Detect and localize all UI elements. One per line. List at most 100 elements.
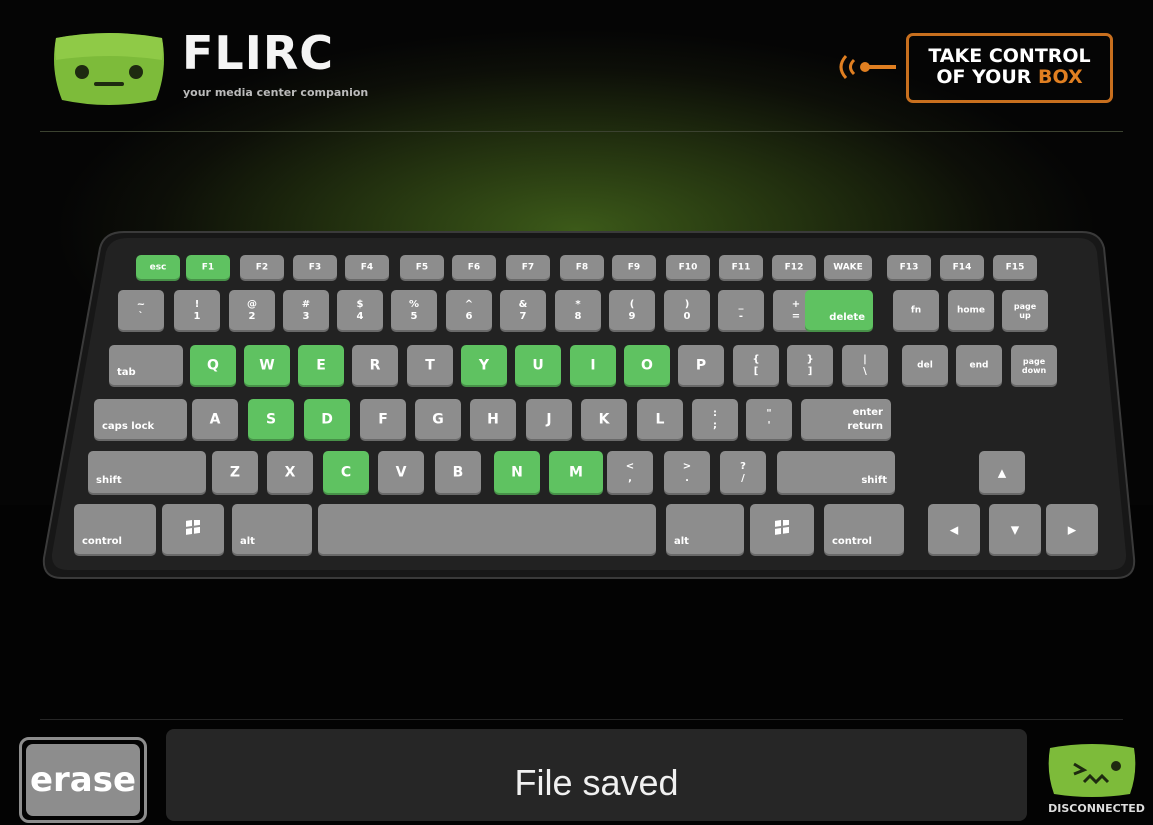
key-row2-13-delete[interactable]: delete — [805, 290, 873, 332]
key-row3-1-q[interactable]: Q — [190, 345, 236, 387]
key-row5-5-b[interactable]: B — [435, 451, 481, 495]
key-row4-8-k[interactable]: K — [581, 399, 627, 441]
key-label-bottom: 0 — [683, 311, 691, 322]
key-row3-0-tab[interactable]: tab — [109, 345, 183, 387]
key-row3-5-t[interactable]: T — [407, 345, 453, 387]
key-row1-9-f9[interactable]: F9 — [612, 255, 656, 281]
key-row3-2-w[interactable]: W — [244, 345, 290, 387]
key-row3-9-o[interactable]: O — [624, 345, 670, 387]
key-row1-4-f4[interactable]: F4 — [345, 255, 389, 281]
key-row2-0-symbol[interactable]: ~ ` — [118, 290, 164, 332]
key-row4-12-enterreturn[interactable]: enter return — [801, 399, 891, 441]
key-row6-2-alt[interactable]: alt — [232, 504, 312, 556]
key-label: V — [395, 464, 407, 481]
key-row4-5-g[interactable]: G — [415, 399, 461, 441]
key-row5-1-z[interactable]: Z — [212, 451, 258, 495]
key-row6-4-alt[interactable]: alt — [666, 504, 744, 556]
key-row1-15-f14[interactable]: F14 — [940, 255, 984, 281]
key-row6-6-control[interactable]: control — [824, 504, 904, 556]
key-row1-7-f7[interactable]: F7 — [506, 255, 550, 281]
key-row1-14-f13[interactable]: F13 — [887, 255, 931, 281]
key-row5-7-m[interactable]: M — [549, 451, 603, 495]
key-row3-4-r[interactable]: R — [352, 345, 398, 387]
key-row4-2-s[interactable]: S — [248, 399, 294, 441]
key-row6-0-control[interactable]: control — [74, 504, 156, 556]
key-label: K — [598, 411, 610, 428]
key-row2-3-3[interactable]: #3 — [283, 290, 329, 332]
key-row3-6-y[interactable]: Y — [461, 345, 507, 387]
key-row2-2-2[interactable]: @2 — [229, 290, 275, 332]
key-row1-5-f5[interactable]: F5 — [400, 255, 444, 281]
key-row6-3-space[interactable] — [318, 504, 656, 556]
key-row3-7-u[interactable]: U — [515, 345, 561, 387]
key-label: G — [432, 411, 444, 428]
key-row4-7-j[interactable]: J — [526, 399, 572, 441]
key-label: ▶ — [1067, 523, 1077, 537]
key-row5-11-shift[interactable]: shift — [777, 451, 895, 495]
key-row6-5-windows[interactable] — [750, 504, 814, 556]
key-row2-9-9[interactable]: (9 — [609, 290, 655, 332]
key-row4-11-symbol[interactable]: " ' — [746, 399, 792, 441]
key-row5-9-symbol[interactable]: >. — [664, 451, 710, 495]
key-label-top: & — [518, 299, 528, 310]
key-row3-15-end[interactable]: end — [956, 345, 1002, 387]
key-row2-4-4[interactable]: $4 — [337, 290, 383, 332]
key-label-bottom: 3 — [302, 311, 310, 322]
key-row3-16-pagedown[interactable]: page down — [1011, 345, 1057, 387]
key-row2-7-7[interactable]: & 7 — [500, 290, 546, 332]
key-row3-12-symbol[interactable]: }] — [787, 345, 833, 387]
key-row5-8-symbol[interactable]: <, — [607, 451, 653, 495]
key-label: P — [695, 357, 707, 374]
key-row3-10-p[interactable]: P — [678, 345, 724, 387]
key-row1-16-f15[interactable]: F15 — [993, 255, 1037, 281]
key-row1-1-f1[interactable]: F1 — [186, 255, 230, 281]
key-row4-4-f[interactable]: F — [360, 399, 406, 441]
key-row3-11-symbol[interactable]: {[ — [733, 345, 779, 387]
key-row2-1-1[interactable]: ! 1 — [174, 290, 220, 332]
key-label-bottom: 6 — [465, 311, 473, 322]
key-row6-8-symbol[interactable]: ▼ — [989, 504, 1041, 556]
key-row2-6-6[interactable]: ^ 6 — [446, 290, 492, 332]
key-label: H — [487, 411, 499, 428]
key-row1-12-f12[interactable]: F12 — [772, 255, 816, 281]
key-row1-11-f11[interactable]: F11 — [719, 255, 763, 281]
key-row1-6-f6[interactable]: F6 — [452, 255, 496, 281]
key-row3-8-i[interactable]: I — [570, 345, 616, 387]
key-row3-13-symbol[interactable]: | \ — [842, 345, 888, 387]
key-row6-9-symbol[interactable]: ▶ — [1046, 504, 1098, 556]
key-row1-13-wake[interactable]: WAKE — [824, 255, 872, 281]
key-row4-0-caps-lock[interactable]: caps lock — [94, 399, 187, 441]
key-row5-0-shift[interactable]: shift — [88, 451, 206, 495]
key-row2-5-5[interactable]: % 5 — [391, 290, 437, 332]
key-row2-11-symbol[interactable]: _ - — [718, 290, 764, 332]
key-row6-1-windows[interactable] — [162, 504, 224, 556]
key-row5-3-c[interactable]: C — [323, 451, 369, 495]
key-row5-10-symbol[interactable]: ? / — [720, 451, 766, 495]
key-label: alt — [674, 536, 689, 547]
key-row5-12-symbol[interactable]: ▲ — [979, 451, 1025, 495]
key-label-bottom: 2 — [248, 311, 256, 322]
key-row2-15-home[interactable]: home — [948, 290, 994, 332]
key-row5-4-v[interactable]: V — [378, 451, 424, 495]
key-row1-8-f8[interactable]: F8 — [560, 255, 604, 281]
key-row1-2-f2[interactable]: F2 — [240, 255, 284, 281]
erase-button[interactable]: erase — [19, 737, 147, 823]
key-row2-16-pageup[interactable]: page up — [1002, 290, 1048, 332]
key-row3-14-del[interactable]: del — [902, 345, 948, 387]
key-row1-3-f3[interactable]: F3 — [293, 255, 337, 281]
key-row3-3-e[interactable]: E — [298, 345, 344, 387]
key-row2-14-fn[interactable]: fn — [893, 290, 939, 332]
key-row5-2-x[interactable]: X — [267, 451, 313, 495]
key-row4-10-symbol[interactable]: :; — [692, 399, 738, 441]
key-row4-6-h[interactable]: H — [470, 399, 516, 441]
key-row5-6-n[interactable]: N — [494, 451, 540, 495]
key-row2-10-0[interactable]: ) 0 — [664, 290, 710, 332]
key-row2-8-8[interactable]: * 8 — [555, 290, 601, 332]
key-row1-0-esc[interactable]: esc — [136, 255, 180, 281]
key-row4-3-d[interactable]: D — [304, 399, 350, 441]
key-label-bottom: 4 — [356, 311, 364, 322]
key-row4-9-l[interactable]: L — [637, 399, 683, 441]
key-row1-10-f10[interactable]: F10 — [666, 255, 710, 281]
key-row6-7-symbol[interactable]: ◀ — [928, 504, 980, 556]
key-row4-1-a[interactable]: A — [192, 399, 238, 441]
